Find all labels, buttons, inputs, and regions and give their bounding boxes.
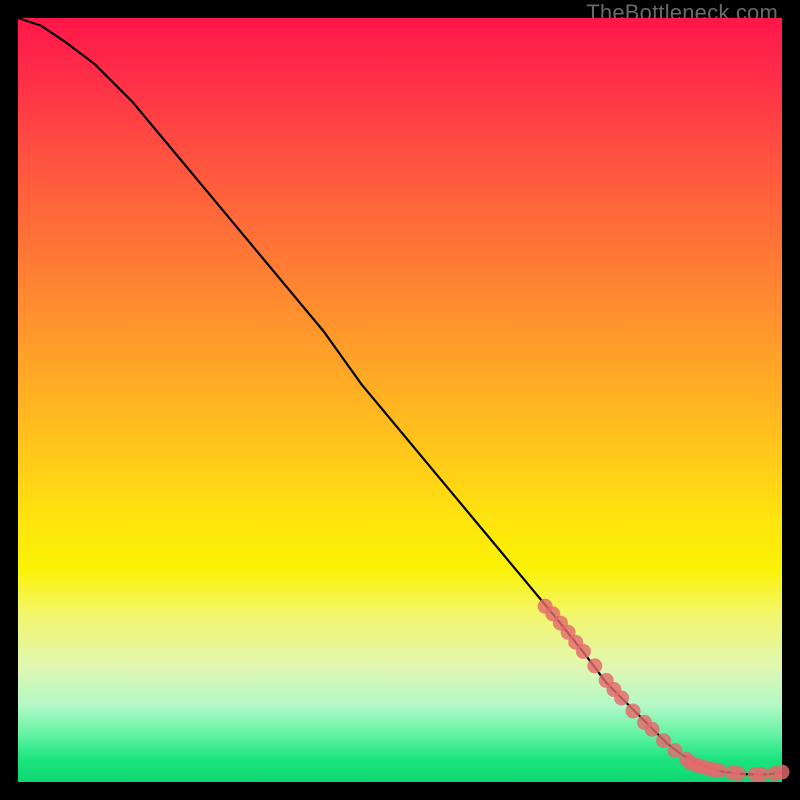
data-point	[576, 644, 591, 659]
data-point	[712, 763, 727, 778]
data-point	[731, 766, 746, 781]
chart-frame: TheBottleneck.com	[0, 0, 800, 800]
data-point	[754, 767, 769, 782]
data-point	[614, 690, 629, 705]
data-point	[626, 703, 641, 718]
data-point	[587, 658, 602, 673]
data-point	[775, 765, 790, 780]
chart-svg	[18, 18, 782, 782]
data-point	[656, 733, 671, 748]
curve-markers	[538, 599, 790, 782]
data-point	[645, 722, 660, 737]
plot-area	[18, 18, 782, 782]
curve-line	[18, 18, 782, 774]
